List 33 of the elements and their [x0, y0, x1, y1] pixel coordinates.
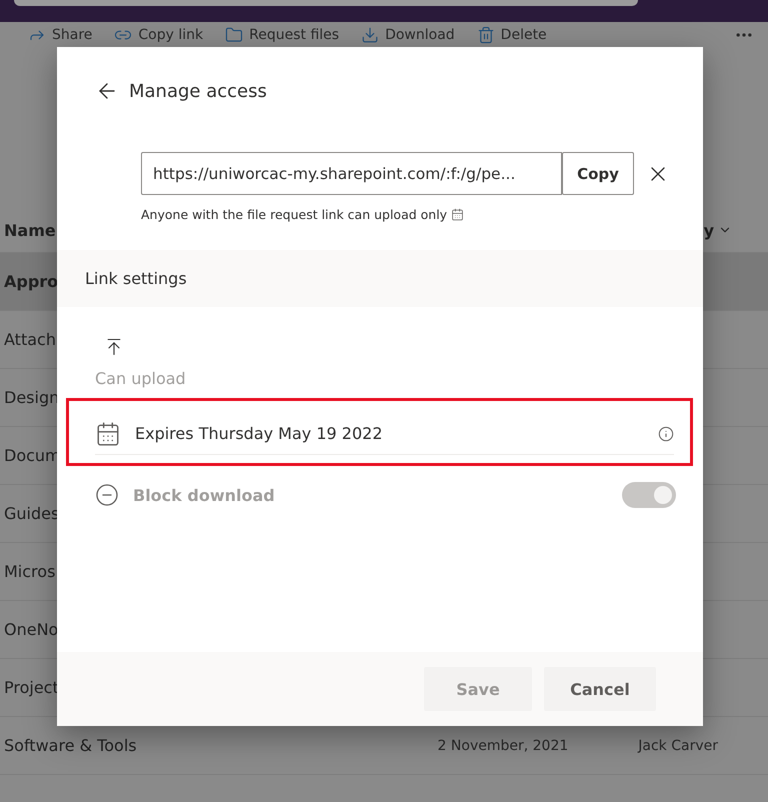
- modified-date: 2 November, 2021: [438, 738, 568, 754]
- file-name[interactable]: Attach: [4, 330, 56, 349]
- file-name[interactable]: Appro: [4, 272, 58, 291]
- toolbar-button[interactable]: Share: [28, 26, 92, 44]
- calendar-icon: [95, 420, 121, 446]
- toolbar-button[interactable]: Copy link: [114, 26, 204, 44]
- permission-label: Can upload: [95, 369, 187, 388]
- section-title: Link settings: [85, 269, 187, 288]
- column-header[interactable]: Name: [4, 220, 56, 240]
- trash-icon: [476, 26, 495, 44]
- file-name[interactable]: Guides: [4, 504, 60, 523]
- file-name[interactable]: Design: [4, 388, 60, 407]
- file-name[interactable]: Software & Tools: [4, 736, 137, 755]
- expiry-date-text: Expires Thursday May 19 2022: [135, 424, 384, 443]
- block-download-label: Block download: [133, 486, 276, 504]
- toolbar-button[interactable]: Request files: [225, 26, 340, 44]
- download-icon: [361, 26, 380, 44]
- dialog-title: Manage access: [129, 80, 267, 102]
- file-name[interactable]: OneNo: [4, 620, 58, 639]
- folder-icon: [225, 26, 244, 44]
- link-field[interactable]: https://uniworcac-my.sharepoint.com/:f:/g/pe...: [141, 152, 562, 195]
- copy-button[interactable]: Copy: [562, 152, 634, 195]
- toolbar-button[interactable]: Download: [361, 26, 455, 44]
- cancel-button[interactable]: Cancel: [544, 667, 656, 711]
- modified-by: Jack Carver: [638, 738, 718, 754]
- file-name[interactable]: Project: [4, 678, 59, 697]
- column-header[interactable]: y: [704, 220, 714, 240]
- minus-circle-icon: [95, 483, 119, 507]
- link-description: Anyone with the file request link can upload only: [141, 207, 448, 222]
- calendar-icon: [451, 208, 464, 221]
- file-name[interactable]: Micros: [4, 562, 56, 581]
- info-icon[interactable]: [658, 426, 674, 442]
- toolbar-button[interactable]: Delete: [476, 26, 547, 44]
